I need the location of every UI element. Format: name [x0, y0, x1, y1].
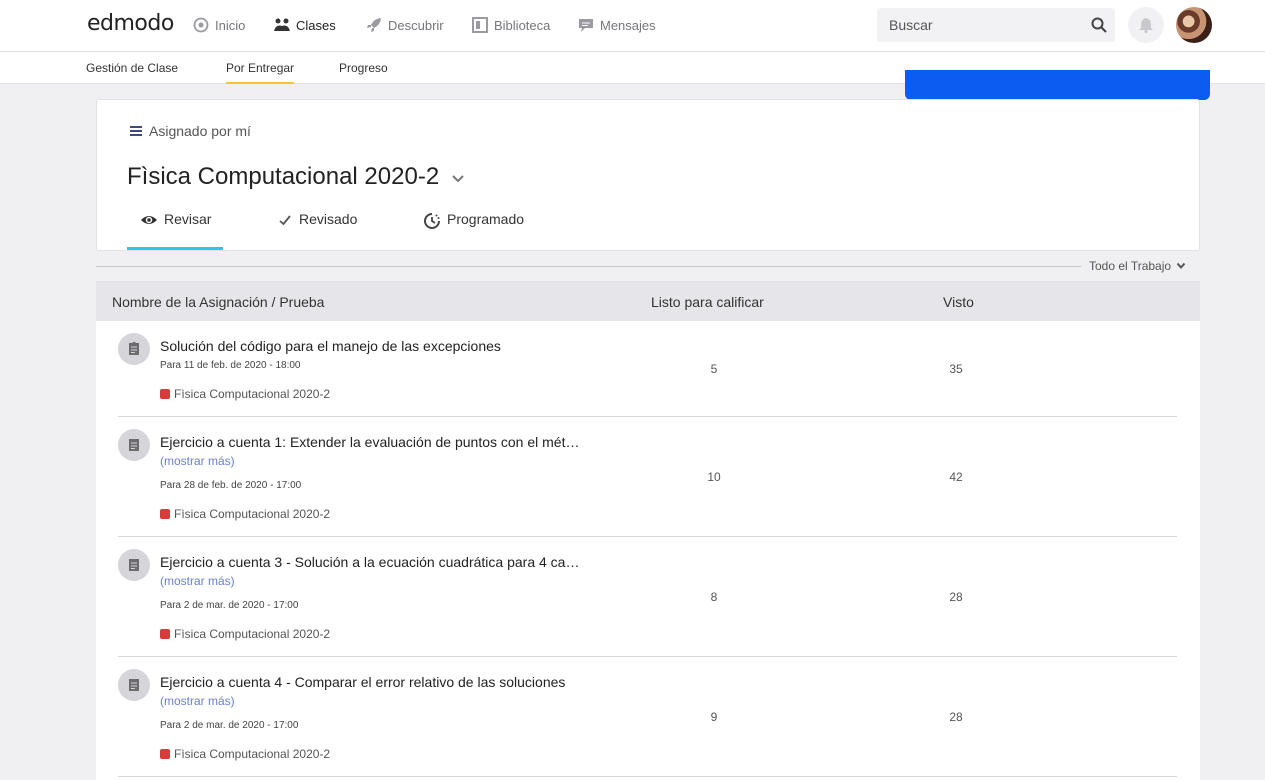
class-tag-label: Fìsica Computacional 2020-2	[174, 627, 331, 641]
tab-label: Revisar	[164, 211, 212, 227]
class-color-dot	[160, 749, 170, 759]
nav-item-clases[interactable]: Clases	[273, 16, 336, 34]
classes-icon	[274, 18, 290, 31]
table-row[interactable]: Ejercicio a cuenta 1: Extender la evalua…	[118, 417, 1177, 537]
nav-item-label: Biblioteca	[494, 17, 551, 33]
divider	[96, 266, 1081, 267]
nav-item-inicio[interactable]: Inicio	[192, 16, 245, 34]
table-row[interactable]: Ejercicio a cuenta 4 - Comparar el error…	[118, 657, 1177, 777]
class-title: Fìsica Computacional 2020-2	[127, 163, 440, 190]
notification-toast[interactable]	[905, 70, 1210, 100]
nav-item-descubrir[interactable]: Descubrir	[365, 16, 444, 34]
assignment-icon	[118, 333, 150, 365]
show-more-link[interactable]: (mostrar más)	[160, 574, 235, 588]
tab-revisar[interactable]: Revisar	[127, 211, 223, 250]
subnav-gestion-de-clase[interactable]: Gestión de Clase	[86, 61, 178, 84]
bell-icon	[1139, 18, 1153, 34]
search-box	[877, 8, 1115, 42]
ready-count: 10	[707, 470, 721, 484]
class-tag: Fìsica Computacional 2020-2	[160, 507, 330, 521]
seen-count: 35	[949, 362, 963, 376]
assigned-by-me-filter[interactable]: Asignado por mí	[129, 123, 251, 139]
nav-item-label: Descubrir	[388, 17, 444, 33]
assignment-title[interactable]: Ejercicio a cuenta 4 - Comparar el error…	[160, 674, 585, 690]
home-icon	[193, 17, 209, 33]
check-icon	[279, 215, 291, 226]
table-header: Nombre de la Asignación / Prueba Listo p…	[96, 281, 1200, 321]
eye-icon	[141, 216, 157, 224]
chevron-down-icon	[452, 175, 464, 183]
column-header-ready: Listo para calificar	[651, 294, 764, 310]
chevron-down-icon	[1176, 262, 1186, 270]
assigned-label: Asignado por mí	[149, 123, 251, 139]
message-icon	[579, 19, 593, 32]
nav-item-biblioteca[interactable]: Biblioteca	[471, 16, 550, 34]
assignment-title[interactable]: Solución del código para el manejo de la…	[160, 338, 585, 354]
work-filter-dropdown[interactable]: Todo el Trabajo	[1089, 259, 1186, 273]
notifications-button[interactable]	[1128, 7, 1164, 43]
nav-item-mensajes[interactable]: Mensajes	[577, 16, 656, 34]
tab-label: Revisado	[299, 211, 358, 227]
due-date: Para 2 de mar. de 2020 - 17:00	[160, 600, 299, 611]
class-selector[interactable]: Fìsica Computacional 2020-2	[127, 163, 465, 191]
class-tag-label: Fìsica Computacional 2020-2	[174, 747, 331, 761]
seen-count: 28	[949, 710, 963, 724]
edmodo-logo[interactable]: edmodo	[87, 11, 174, 36]
clock-icon	[424, 213, 440, 229]
show-more-link[interactable]: (mostrar más)	[160, 454, 235, 468]
table-row[interactable]: Ejercicio a cuenta 3 - Solución a la ecu…	[118, 537, 1177, 657]
ready-count: 5	[710, 362, 718, 376]
subnav-por-entregar[interactable]: Por Entregar	[226, 61, 295, 84]
ready-count: 9	[710, 710, 718, 724]
top-navbar: edmodo Inicio Clases Descubrir Bibliotec…	[0, 0, 1265, 52]
class-tag: Fìsica Computacional 2020-2	[160, 627, 330, 641]
ready-count: 8	[710, 590, 718, 604]
subnav-progreso[interactable]: Progreso	[339, 61, 388, 84]
assignment-icon	[118, 669, 150, 701]
class-color-dot	[160, 509, 170, 519]
class-header-card: Asignado por mí Fìsica Computacional 202…	[96, 99, 1200, 251]
due-date: Para 2 de mar. de 2020 - 17:00	[160, 720, 299, 731]
seen-count: 28	[949, 590, 963, 604]
table-row[interactable]: Solución del código para el manejo de la…	[118, 321, 1177, 417]
class-tag: Fìsica Computacional 2020-2	[160, 747, 330, 761]
assignment-title[interactable]: Ejercicio a cuenta 3 - Solución a la ecu…	[160, 554, 585, 570]
search-icon[interactable]	[1091, 17, 1107, 33]
tab-revisado[interactable]: Revisado	[277, 211, 357, 250]
menu-icon	[130, 126, 142, 136]
assignment-icon	[118, 549, 150, 581]
search-input[interactable]	[889, 8, 1079, 42]
filter-label: Todo el Trabajo	[1089, 259, 1172, 273]
nav-item-label: Inicio	[215, 17, 246, 33]
nav-item-label: Clases	[296, 17, 336, 33]
nav-item-label: Mensajes	[600, 17, 656, 33]
rocket-icon	[367, 18, 381, 32]
column-header-name: Nombre de la Asignación / Prueba	[112, 294, 325, 310]
assignments-table: Nombre de la Asignación / Prueba Listo p…	[96, 281, 1200, 780]
show-more-link[interactable]: (mostrar más)	[160, 694, 235, 708]
class-color-dot	[160, 629, 170, 639]
assignment-icon	[118, 429, 150, 461]
class-tag-label: Fìsica Computacional 2020-2	[174, 387, 331, 401]
user-avatar[interactable]	[1176, 7, 1212, 43]
assignment-title[interactable]: Ejercicio a cuenta 1: Extender la evalua…	[160, 434, 585, 450]
due-date: Para 28 de feb. de 2020 - 17:00	[160, 480, 302, 491]
library-icon	[472, 17, 488, 33]
class-color-dot	[160, 389, 170, 399]
column-header-seen: Visto	[943, 294, 974, 310]
tab-programado[interactable]: Programado	[423, 211, 524, 250]
class-tag: Fìsica Computacional 2020-2	[160, 387, 330, 401]
tab-label: Programado	[447, 211, 525, 227]
seen-count: 42	[949, 470, 963, 484]
class-tag-label: Fìsica Computacional 2020-2	[174, 507, 331, 521]
due-date: Para 11 de feb. de 2020 - 18:00	[160, 360, 301, 371]
